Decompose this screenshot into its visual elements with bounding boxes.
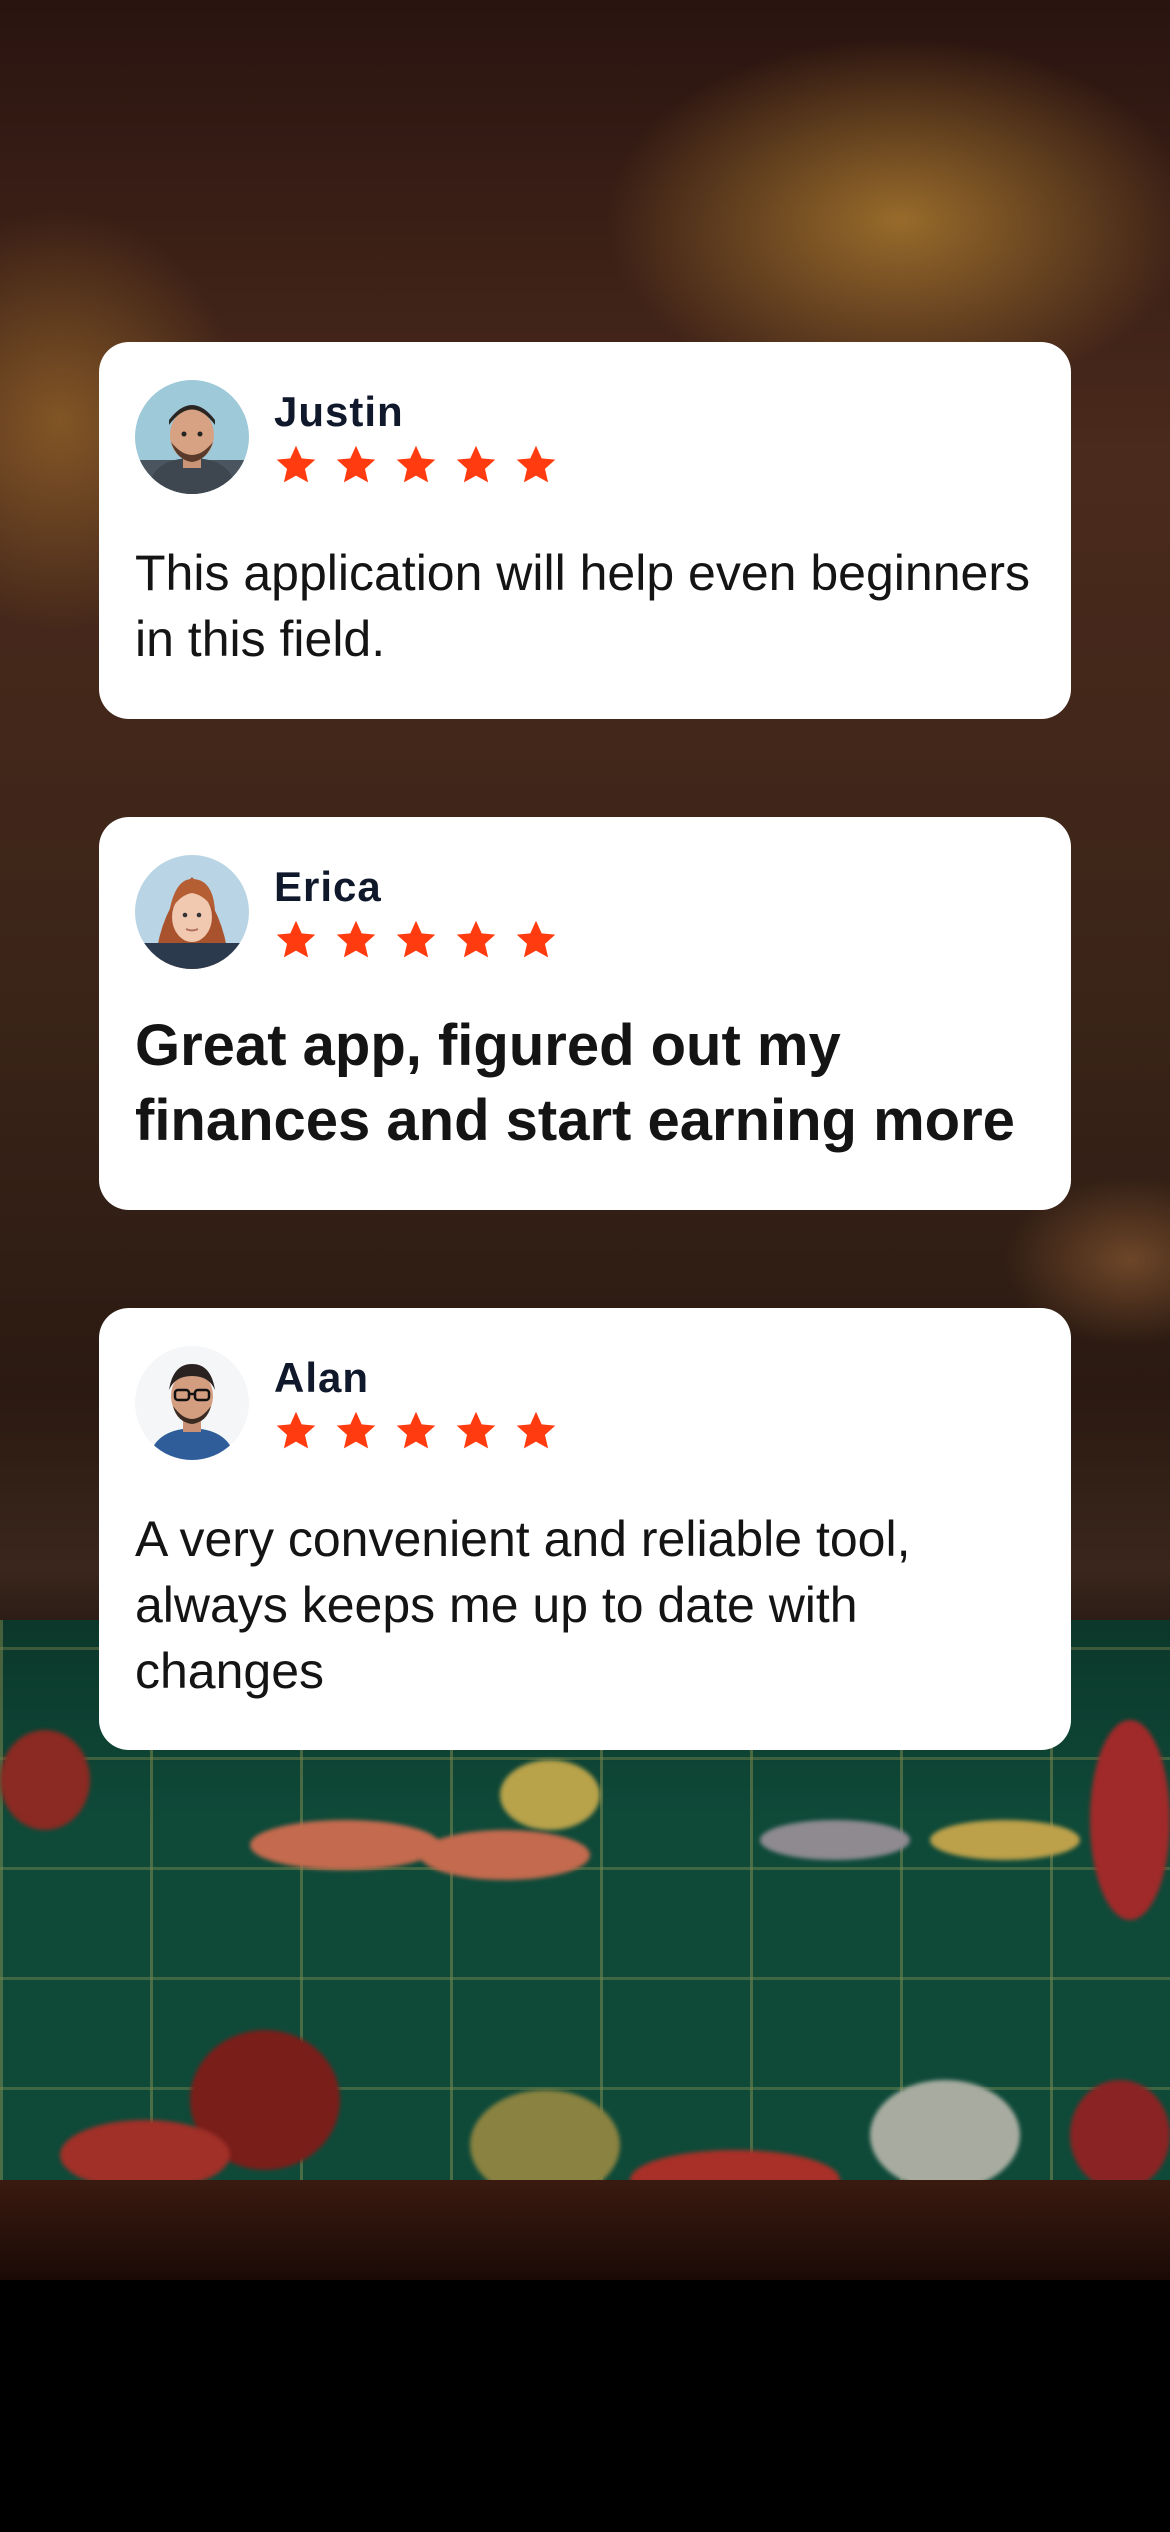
star-icon — [276, 1411, 316, 1449]
review-text: A very convenient and reliable tool, alw… — [135, 1511, 911, 1699]
star-icon — [336, 445, 376, 483]
avatar-icon — [135, 380, 249, 494]
chip-stack — [870, 2080, 1020, 2190]
avatar-woman-red-hair-icon — [135, 855, 249, 969]
avatar-man-beanie-icon — [135, 380, 249, 494]
reviewer-name: Erica — [274, 863, 382, 910]
chip-stack — [1090, 1720, 1170, 1920]
reviewer-name: Alan — [274, 1354, 370, 1401]
review-text: Great app, figured out my finances and s… — [135, 1013, 1015, 1153]
reviewer-name: Justin — [274, 388, 404, 435]
star-rating — [274, 918, 558, 962]
star-icon — [336, 920, 376, 958]
star-icon — [396, 1411, 436, 1449]
review-card: Erica Great app, figured out my finances… — [99, 817, 1071, 1210]
star-icon — [456, 1411, 496, 1449]
star-icon — [396, 445, 436, 483]
star-icon — [456, 920, 496, 958]
star-rating — [274, 443, 558, 487]
chip-stack — [930, 1820, 1080, 1860]
star-icon — [456, 445, 496, 483]
star-icon — [276, 920, 316, 958]
star-icon — [516, 920, 556, 958]
review-card: Justin This application will help even b… — [99, 342, 1071, 719]
chip-stack — [420, 1830, 590, 1880]
star-icon — [516, 445, 556, 483]
review-header: Alan — [135, 1345, 1035, 1461]
star-icon — [276, 445, 316, 483]
star-icon — [336, 1411, 376, 1449]
chip-stack — [0, 1730, 90, 1830]
star-icon — [396, 920, 436, 958]
star-rating — [274, 1409, 558, 1453]
avatar-man-glasses-icon — [135, 1346, 249, 1460]
chip-stack — [250, 1820, 440, 1870]
bottom-shade — [0, 2280, 1170, 2532]
review-card: Alan A very convenient and reliable tool… — [99, 1308, 1071, 1750]
review-header: Erica — [135, 854, 1035, 970]
chip-stack — [500, 1760, 600, 1830]
chip-stack — [1070, 2080, 1170, 2190]
review-text: This application will help even beginner… — [135, 545, 1030, 667]
star-icon — [516, 1411, 556, 1449]
avatar-icon — [135, 1346, 249, 1460]
avatar-icon — [135, 855, 249, 969]
review-header: Justin — [135, 379, 1035, 495]
chip-stack — [760, 1820, 910, 1860]
table-rail — [0, 2180, 1170, 2280]
